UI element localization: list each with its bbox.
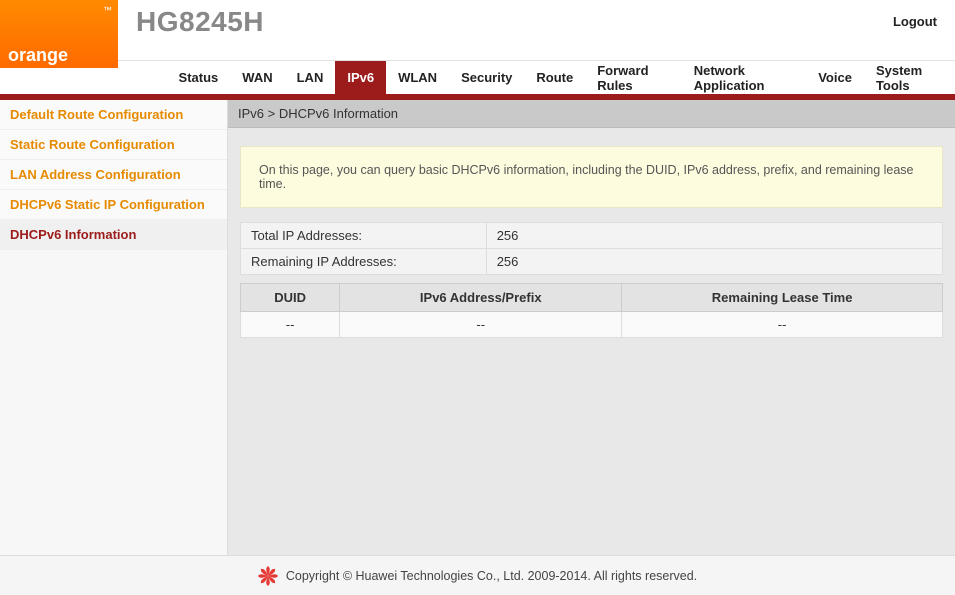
content: IPv6 > DHCPv6 Information On this page, … — [228, 100, 955, 555]
trademark-symbol: ™ — [103, 5, 112, 15]
brand-logo-text: orange — [8, 46, 110, 64]
footer-copyright: Copyright © Huawei Technologies Co., Ltd… — [286, 569, 697, 583]
logout-link[interactable]: Logout — [893, 14, 937, 29]
summary-label: Total IP Addresses: — [241, 223, 487, 249]
nav-wan[interactable]: WAN — [230, 61, 284, 94]
header-top: ™ orange HG8245H Logout — [0, 0, 955, 60]
sidebar-item-lan-address[interactable]: LAN Address Configuration — [0, 160, 227, 190]
cell-ipv6: -- — [340, 312, 622, 338]
col-duid: DUID — [241, 284, 340, 312]
nav-ipv6[interactable]: IPv6 — [335, 61, 386, 94]
summary-row-total: Total IP Addresses: 256 — [241, 223, 943, 249]
nav-voice[interactable]: Voice — [806, 61, 864, 94]
footer: Copyright © Huawei Technologies Co., Ltd… — [0, 555, 955, 595]
body: Default Route Configuration Static Route… — [0, 100, 955, 555]
nav-forward-rules[interactable]: Forward Rules — [585, 61, 681, 94]
nav-items: Status WAN LAN IPv6 WLAN Security Route … — [127, 61, 955, 94]
sidebar: Default Route Configuration Static Route… — [0, 100, 228, 555]
sidebar-item-dhcpv6-static-ip[interactable]: DHCPv6 Static IP Configuration — [0, 190, 227, 220]
summary-table: Total IP Addresses: 256 Remaining IP Add… — [240, 222, 943, 275]
dhcpv6-data-table: DUID IPv6 Address/Prefix Remaining Lease… — [240, 283, 943, 338]
summary-value: 256 — [486, 249, 942, 275]
sidebar-item-default-route[interactable]: Default Route Configuration — [0, 100, 227, 130]
main-nav: Status WAN LAN IPv6 WLAN Security Route … — [0, 60, 955, 94]
table-header-row: DUID IPv6 Address/Prefix Remaining Lease… — [241, 284, 943, 312]
content-inner: On this page, you can query basic DHCPv6… — [228, 128, 955, 555]
nav-security[interactable]: Security — [449, 61, 524, 94]
model-title: HG8245H — [136, 6, 955, 38]
nav-wlan[interactable]: WLAN — [386, 61, 449, 94]
sidebar-item-dhcpv6-info[interactable]: DHCPv6 Information — [0, 220, 227, 250]
info-banner: On this page, you can query basic DHCPv6… — [240, 146, 943, 208]
summary-label: Remaining IP Addresses: — [241, 249, 487, 275]
header: ™ orange HG8245H Logout Status WAN LAN I… — [0, 0, 955, 100]
cell-lease: -- — [622, 312, 943, 338]
table-row: -- -- -- — [241, 312, 943, 338]
sidebar-item-static-route[interactable]: Static Route Configuration — [0, 130, 227, 160]
nav-system-tools[interactable]: System Tools — [864, 61, 955, 94]
nav-route[interactable]: Route — [524, 61, 585, 94]
nav-lan[interactable]: LAN — [285, 61, 336, 94]
brand-logo: ™ orange — [0, 0, 118, 68]
cell-duid: -- — [241, 312, 340, 338]
col-ipv6-address-prefix: IPv6 Address/Prefix — [340, 284, 622, 312]
huawei-logo-icon — [258, 566, 278, 586]
breadcrumb: IPv6 > DHCPv6 Information — [228, 100, 955, 128]
title-area: HG8245H — [118, 0, 955, 38]
col-remaining-lease-time: Remaining Lease Time — [622, 284, 943, 312]
nav-status[interactable]: Status — [167, 61, 231, 94]
summary-value: 256 — [486, 223, 942, 249]
nav-network-application[interactable]: Network Application — [682, 61, 807, 94]
summary-row-remaining: Remaining IP Addresses: 256 — [241, 249, 943, 275]
